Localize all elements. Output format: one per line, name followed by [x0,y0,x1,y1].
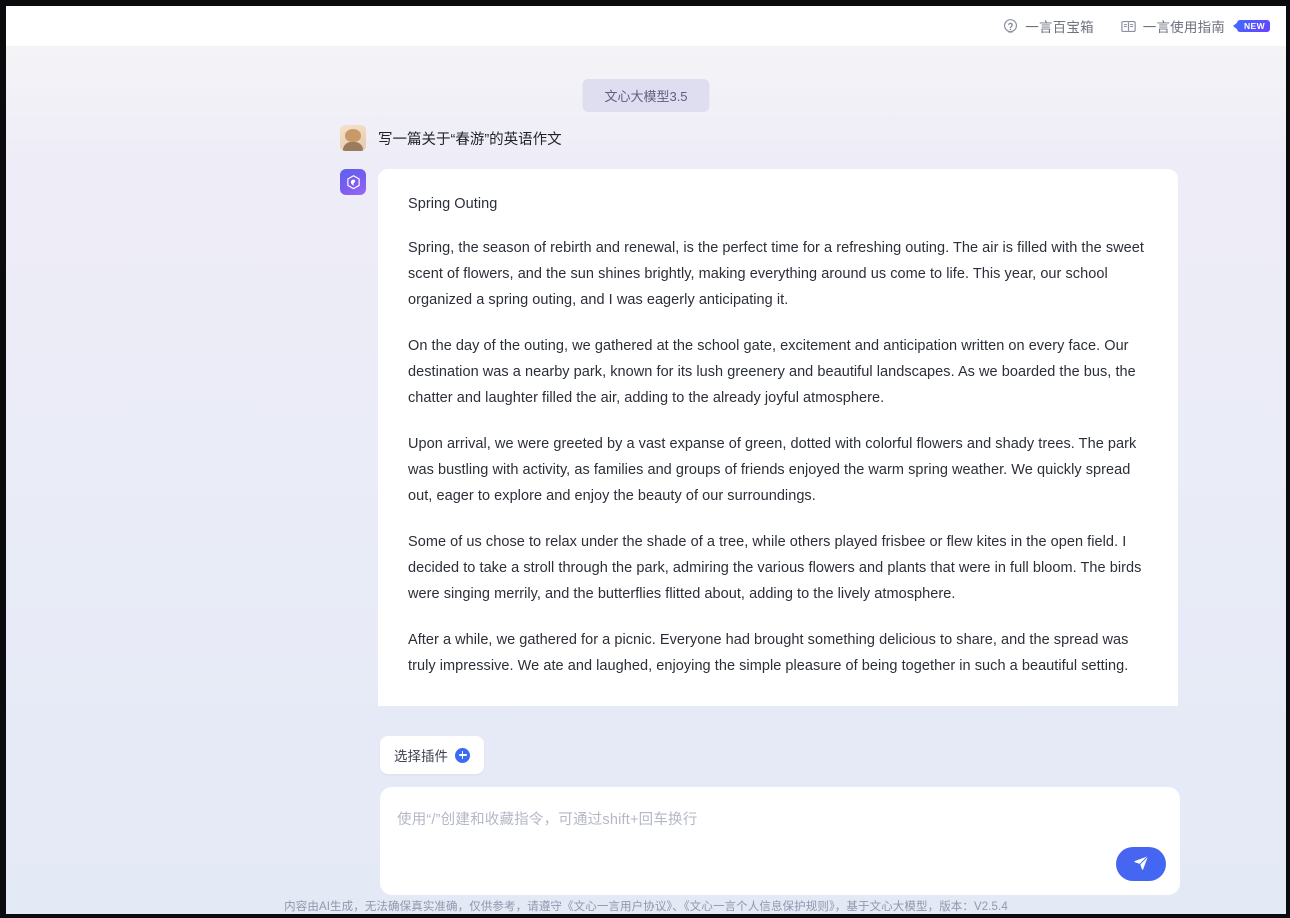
footer-prefix: 内容由AI生成，无法确保真实准确，仅供参考，请遵守 [284,901,563,913]
book-icon [1120,18,1137,35]
treasure-box-icon [1002,18,1019,35]
message-input-box[interactable]: 使用“/”创建和收藏指令，可通过shift+回车换行 [380,787,1180,895]
assistant-answer-body: Spring Outing Spring, the season of rebi… [408,191,1148,706]
answer-paragraph: As the afternoon drew to a close, we beg… [408,699,1148,706]
treasure-box-label: 一言百宝箱 [1025,20,1094,35]
footer-separator: 、 [672,901,684,913]
browser-window-frame: 一言百宝箱 一言使用指南 NEW 文心大模型3.5 写一篇关于“春游”的英语作文… [0,0,1290,918]
user-message-row: 写一篇关于“春游”的英语作文 [340,124,1178,152]
user-agreement-link[interactable]: 《文心一言用户协议》 [562,901,672,913]
assistant-answer-card: Spring Outing Spring, the season of rebi… [378,169,1178,706]
user-message-text: 写一篇关于“春游”的英语作文 [378,131,562,148]
privacy-policy-link[interactable]: 《文心一言个人信息保护规则》 [684,901,835,913]
composer: 选择插件 使用“/”创建和收藏指令，可通过shift+回车换行 [380,736,1180,895]
treasure-box-entry[interactable]: 一言百宝箱 [1002,16,1094,36]
ernie-bot-app: 一言百宝箱 一言使用指南 NEW 文心大模型3.5 写一篇关于“春游”的英语作文… [6,6,1286,914]
select-plugin-button[interactable]: 选择插件 [380,736,484,774]
footer-suffix: ，基于文心大模型，版本：V2.5.4 [834,901,1008,913]
message-input-placeholder: 使用“/”创建和收藏指令，可通过shift+回车换行 [397,812,698,828]
plus-circle-icon [455,747,470,763]
send-plane-icon [1132,853,1151,875]
usage-guide-label: 一言使用指南 [1142,20,1225,35]
usage-guide-entry[interactable]: 一言使用指南 NEW [1120,16,1270,36]
answer-paragraph: On the day of the outing, we gathered at… [408,338,1136,406]
new-badge: NEW [1236,19,1270,33]
answer-title: Spring Outing [408,196,498,212]
chat-canvas: 文心大模型3.5 写一篇关于“春游”的英语作文 Spring Outing Sp… [6,46,1286,914]
select-plugin-label: 选择插件 [394,749,448,764]
answer-paragraph: Upon arrival, we were greeted by a vast … [408,436,1137,504]
model-version-badge: 文心大模型3.5 [582,79,710,112]
conversation-thread: 写一篇关于“春游”的英语作文 Spring Outing Spring, the [340,124,1178,706]
footer-disclaimer: 内容由AI生成，无法确保真实准确，仅供参考，请遵守《文心一言用户协议》、《文心一… [6,898,1286,914]
user-avatar [340,125,366,151]
top-bar: 一言百宝箱 一言使用指南 NEW [6,6,1286,46]
answer-paragraph: Some of us chose to relax under the shad… [408,534,1142,602]
assistant-message-row: Spring Outing Spring, the season of rebi… [340,169,1178,706]
answer-paragraph: After a while, we gathered for a picnic.… [408,632,1129,674]
answer-paragraph: Spring, the season of rebirth and renewa… [408,240,1144,308]
send-button[interactable] [1116,847,1166,881]
ernie-bot-logo-icon [340,169,366,195]
